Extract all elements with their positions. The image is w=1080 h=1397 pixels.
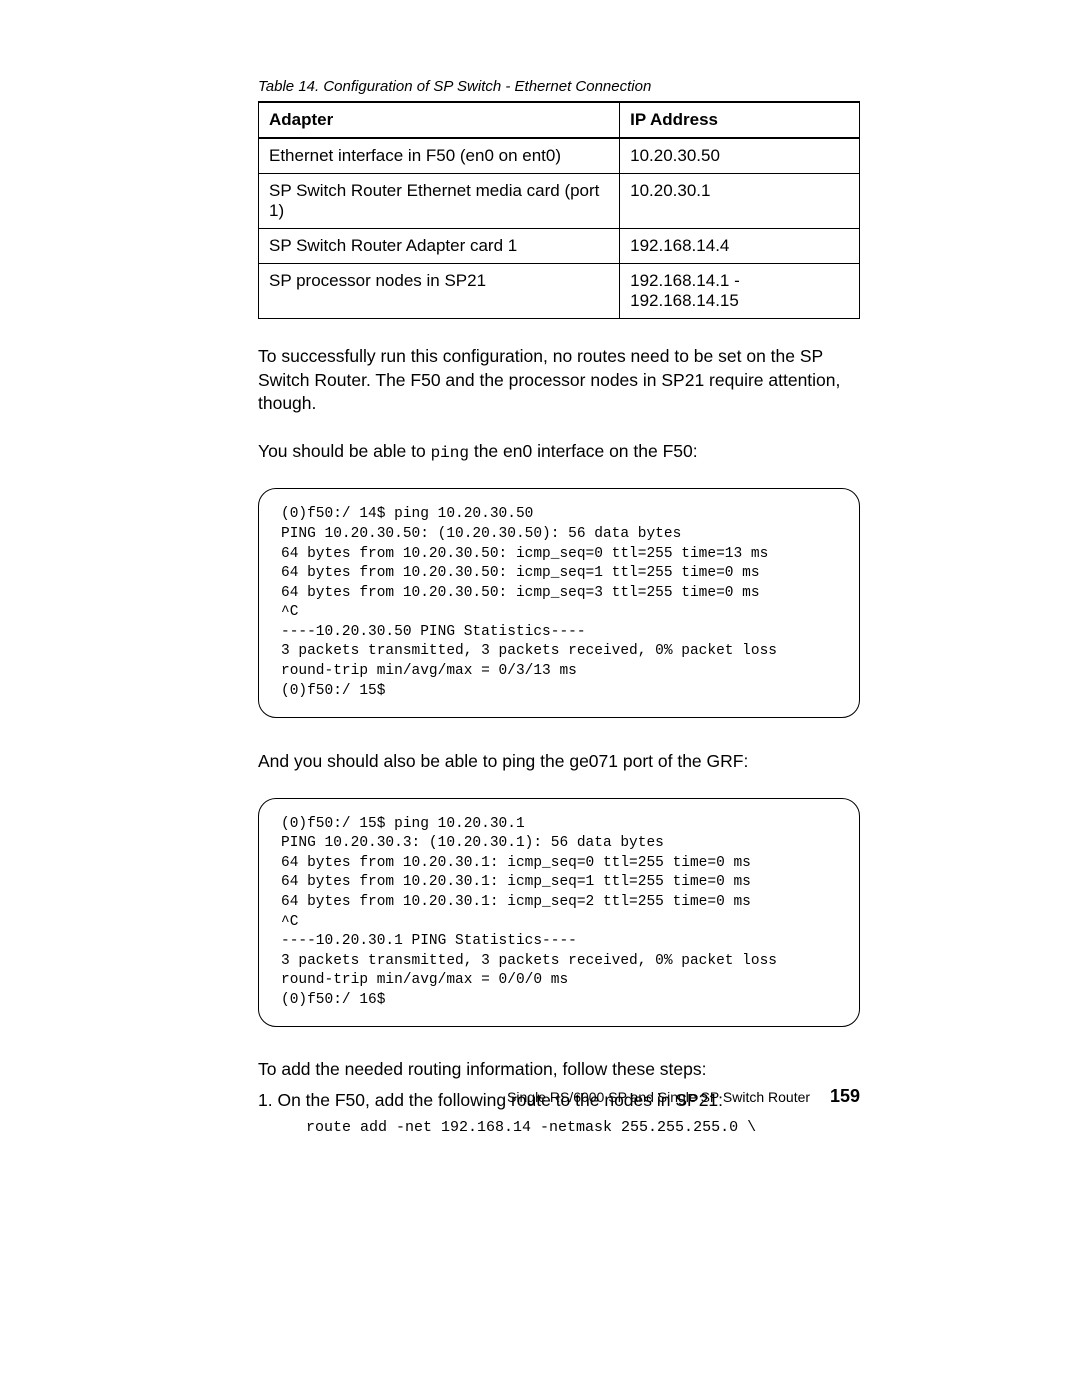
footer-text: Single RS/6000 SP and Single SP Switch R…: [507, 1089, 810, 1105]
page-number: 159: [830, 1086, 860, 1106]
ping-command-inline: ping: [431, 444, 469, 462]
cell-ip: 192.168.14.4: [620, 229, 860, 264]
cell-adapter: SP Switch Router Ethernet media card (po…: [259, 174, 620, 229]
cell-ip: 10.20.30.50: [620, 138, 860, 174]
cell-ip: 10.20.30.1: [620, 174, 860, 229]
cell-adapter: SP Switch Router Adapter card 1: [259, 229, 620, 264]
steps-intro: To add the needed routing information, f…: [258, 1059, 860, 1080]
cell-adapter: SP processor nodes in SP21: [259, 264, 620, 319]
paragraph-2: You should be able to ping the en0 inter…: [258, 440, 860, 465]
table-row: SP Switch Router Adapter card 1 192.168.…: [259, 229, 860, 264]
cell-adapter: Ethernet interface in F50 (en0 on ent0): [259, 138, 620, 174]
terminal-output-2: (0)f50:/ 15$ ping 10.20.30.1 PING 10.20.…: [258, 798, 860, 1028]
terminal-output-1: (0)f50:/ 14$ ping 10.20.30.50 PING 10.20…: [258, 488, 860, 718]
para2-pre: You should be able to: [258, 441, 431, 461]
col-header-ip: IP Address: [620, 102, 860, 138]
config-table: Adapter IP Address Ethernet interface in…: [258, 101, 860, 319]
route-command: route add -net 192.168.14 -netmask 255.2…: [258, 1119, 860, 1136]
table-row: Ethernet interface in F50 (en0 on ent0) …: [259, 138, 860, 174]
paragraph-3: And you should also be able to ping the …: [258, 750, 860, 774]
para2-post: the en0 interface on the F50:: [469, 441, 698, 461]
table-header-row: Adapter IP Address: [259, 102, 860, 138]
table-caption: Table 14. Configuration of SP Switch - E…: [258, 78, 860, 95]
table-row: SP processor nodes in SP21 192.168.14.1 …: [259, 264, 860, 319]
cell-ip: 192.168.14.1 - 192.168.14.15: [620, 264, 860, 319]
table-row: SP Switch Router Ethernet media card (po…: [259, 174, 860, 229]
paragraph-1: To successfully run this configuration, …: [258, 345, 860, 416]
col-header-adapter: Adapter: [259, 102, 620, 138]
page-footer: Single RS/6000 SP and Single SP Switch R…: [258, 1086, 860, 1107]
